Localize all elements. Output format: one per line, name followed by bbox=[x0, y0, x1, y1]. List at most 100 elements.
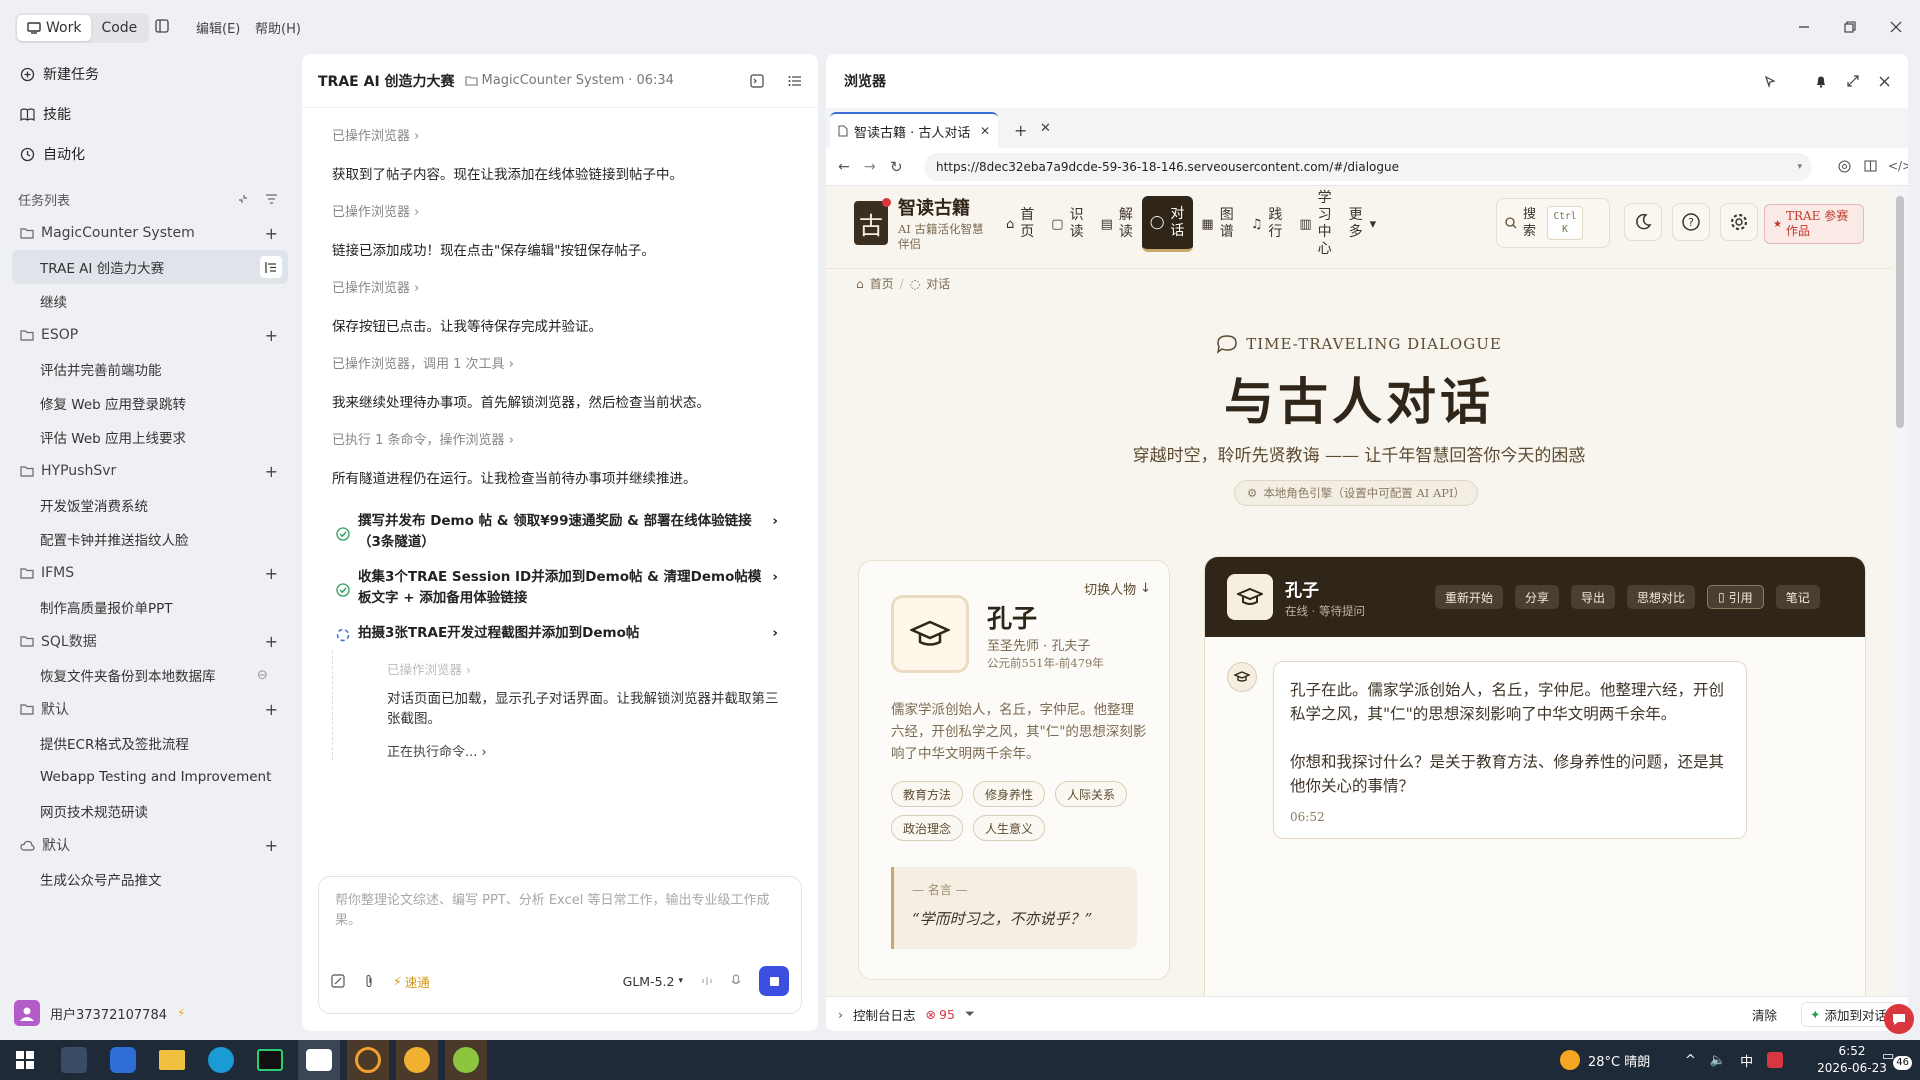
topic-tag[interactable]: 教育方法 bbox=[891, 781, 964, 807]
model-selector[interactable]: GLM-5.2 ▾ bbox=[623, 974, 683, 989]
expand-icon[interactable] bbox=[1847, 75, 1859, 87]
weather-widget[interactable]: 28°C 晴朗 bbox=[1560, 1040, 1650, 1080]
menu-help[interactable]: 帮助(H) bbox=[255, 18, 301, 37]
waveform-icon[interactable] bbox=[701, 975, 713, 987]
user-profile[interactable]: 用户37372107784 ⚡ bbox=[14, 1000, 185, 1026]
chevron-right-icon[interactable]: › bbox=[838, 1007, 843, 1022]
list-icon[interactable] bbox=[788, 75, 802, 87]
mode-code-button[interactable]: Code bbox=[91, 15, 147, 41]
project-item[interactable]: HYPushSvr + bbox=[0, 454, 300, 488]
sidebar-toggle-icon[interactable] bbox=[155, 19, 169, 33]
windows-start-icon[interactable] bbox=[4, 1040, 46, 1080]
sidebar-task-item[interactable]: 制作高质量报价单PPT bbox=[0, 590, 288, 624]
sidebar-task-item[interactable]: 修复 Web 应用登录跳转 bbox=[0, 386, 288, 420]
task-options-icon[interactable] bbox=[260, 256, 282, 278]
sidebar-task-item[interactable]: 提供ECR格式及签批流程 bbox=[0, 726, 288, 760]
topic-tag[interactable]: 政治理念 bbox=[891, 815, 964, 841]
attach-image-icon[interactable] bbox=[331, 974, 345, 988]
site-nav-book-open[interactable]: ▢ 识读 bbox=[1043, 196, 1092, 252]
stop-button[interactable] bbox=[759, 966, 789, 996]
sidebar-task-item[interactable]: 网页技术规范研读 bbox=[0, 794, 288, 828]
close-window-icon[interactable] bbox=[1884, 15, 1908, 39]
breadcrumb-home[interactable]: 首页 bbox=[870, 275, 894, 292]
notification-center[interactable]: ▭ 46 bbox=[1882, 1048, 1912, 1072]
tool-call-summary[interactable]: 已操作浏览器 › bbox=[302, 270, 818, 308]
app-icon-1[interactable] bbox=[53, 1040, 95, 1080]
add-task-icon[interactable]: + bbox=[265, 632, 278, 651]
help-icon[interactable]: ? bbox=[1672, 203, 1710, 241]
close-all-icon[interactable]: ✕ bbox=[1040, 121, 1051, 136]
new-tab-icon[interactable]: + bbox=[1014, 121, 1027, 140]
site-nav-chart[interactable]: ▥ 学习中心 bbox=[1291, 190, 1340, 257]
dialogue-action-button[interactable]: ▯ 引用 bbox=[1707, 585, 1764, 609]
topic-tag[interactable]: 人生意义 bbox=[973, 815, 1046, 841]
project-item[interactable]: 默认 + bbox=[0, 692, 300, 726]
reader-icon[interactable] bbox=[1864, 160, 1877, 172]
sidebar-item-skills[interactable]: 技能 bbox=[0, 94, 300, 134]
settings-gear-icon[interactable] bbox=[1720, 203, 1758, 241]
console-log-label[interactable]: 控制台日志 bbox=[853, 1005, 916, 1024]
add-task-icon[interactable]: + bbox=[265, 700, 278, 719]
site-nav-map[interactable]: ▦ 图谱 bbox=[1193, 196, 1242, 252]
file-explorer-icon[interactable] bbox=[151, 1040, 193, 1080]
close-tab-icon[interactable]: ✕ bbox=[980, 124, 990, 138]
site-nav-home[interactable]: ⌂ 首页 bbox=[998, 196, 1043, 252]
sidebar-task-item[interactable]: 生成公众号产品推文 bbox=[0, 862, 288, 896]
forward-icon[interactable]: → bbox=[864, 159, 876, 175]
dialogue-action-button[interactable]: 笔记 bbox=[1775, 585, 1820, 609]
tool-call-summary[interactable]: 已操作浏览器 › bbox=[302, 194, 818, 232]
dialogue-action-button[interactable]: 重新开始 bbox=[1435, 585, 1504, 609]
site-search[interactable]: 搜索 Ctrl K bbox=[1496, 198, 1610, 248]
topic-tag[interactable]: 修身养性 bbox=[973, 781, 1046, 807]
bell-icon[interactable] bbox=[1815, 75, 1827, 88]
edge-browser-icon[interactable] bbox=[200, 1040, 242, 1080]
sidebar-task-item[interactable]: 开发饭堂消费系统 bbox=[0, 488, 288, 522]
scrollbar-thumb[interactable] bbox=[1896, 196, 1904, 428]
add-task-icon[interactable]: + bbox=[265, 462, 278, 481]
project-item[interactable]: MagicCounter System + bbox=[0, 216, 300, 250]
sidebar-task-item[interactable]: 配置卡钟并推送指纹人脸 bbox=[0, 522, 288, 556]
floating-chat-button[interactable] bbox=[1884, 1004, 1914, 1034]
add-task-icon[interactable]: + bbox=[265, 326, 278, 345]
back-icon[interactable]: ← bbox=[838, 159, 850, 175]
sidebar-task-item[interactable]: 继续 bbox=[0, 284, 288, 318]
site-nav-music[interactable]: ♫ 践行 bbox=[1243, 196, 1292, 252]
terminal-app-icon[interactable] bbox=[249, 1040, 291, 1080]
trae-badge[interactable]: ★ TRAE 参赛作品 bbox=[1764, 204, 1864, 244]
engine-badge[interactable]: ⚙ 本地角色引擎（设置中可配置 AI API） bbox=[1234, 480, 1479, 506]
project-item[interactable]: IFMS + bbox=[0, 556, 300, 590]
subtask-op[interactable]: 已操作浏览器 › bbox=[387, 657, 788, 683]
tray-app-icon[interactable] bbox=[1767, 1052, 1784, 1068]
site-nav-document[interactable]: ▤ 解读 bbox=[1093, 196, 1142, 252]
paperclip-icon[interactable] bbox=[363, 974, 375, 988]
app-icon-2[interactable] bbox=[102, 1040, 144, 1080]
todo-item[interactable]: 拍摄3张TRAE开发过程截图并添加到Demo帖 › bbox=[302, 616, 818, 651]
sidebar-task-item[interactable]: 评估 Web 应用上线要求 bbox=[0, 420, 288, 454]
tool-call-summary[interactable]: 已操作浏览器 › bbox=[302, 118, 818, 156]
terminal-icon[interactable] bbox=[750, 73, 764, 88]
dialogue-action-button[interactable]: 分享 bbox=[1515, 585, 1560, 609]
sparkle-cursor-icon[interactable] bbox=[1763, 74, 1777, 88]
site-nav-chevron-down[interactable]: 更多 ▾ bbox=[1341, 196, 1385, 252]
topic-tag[interactable]: 人际关系 bbox=[1055, 781, 1128, 807]
add-task-icon[interactable]: + bbox=[265, 564, 278, 583]
dialogue-action-button[interactable]: 思想对比 bbox=[1627, 585, 1696, 609]
clear-console-button[interactable]: 清除 bbox=[1752, 1005, 1777, 1024]
close-panel-icon[interactable] bbox=[1879, 76, 1890, 87]
todo-item[interactable]: 撰写并发布 Demo 帖 & 领取¥99速通奖励 & 部署在线体验链接（3条隧道… bbox=[302, 504, 818, 560]
app-icon-5[interactable] bbox=[445, 1040, 487, 1080]
filter-icon[interactable]: ⏷ bbox=[965, 1006, 975, 1022]
devtools-icon[interactable]: </> bbox=[1888, 159, 1908, 173]
tool-call-summary[interactable]: 已操作浏览器，调用 1 次工具 › bbox=[302, 346, 818, 384]
url-field[interactable]: https://8dec32eba7a9dcde-59-36-18-146.se… bbox=[924, 153, 1812, 181]
sidebar-item-new-task[interactable]: 新建任务 bbox=[0, 54, 300, 94]
chevron-up-icon[interactable]: ^ bbox=[1685, 1053, 1696, 1068]
app-icon-4[interactable] bbox=[396, 1040, 438, 1080]
browser-tab[interactable]: 智读古籍 · 古人对话 ✕ bbox=[830, 112, 998, 148]
sidebar-task-item[interactable]: 恢复文件夹备份到本地数据库 ⊖ bbox=[0, 658, 288, 692]
volume-icon[interactable]: 🔈 bbox=[1710, 1053, 1726, 1068]
restore-icon[interactable] bbox=[1838, 15, 1862, 39]
chat-input[interactable]: 帮你整理论文综述、编写 PPT、分析 Excel 等日常工作，输出专业级工作成果… bbox=[319, 877, 801, 961]
speed-mode-button[interactable]: ⚡ 速通 bbox=[393, 972, 430, 991]
page-scrollbar[interactable] bbox=[1892, 186, 1908, 996]
